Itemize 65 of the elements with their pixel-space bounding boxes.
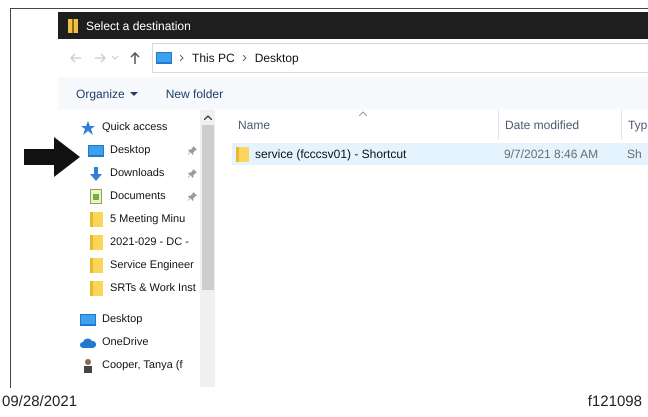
folder-icon [236,146,249,162]
scroll-thumb[interactable] [202,125,214,290]
address-bar[interactable]: This PC Desktop [152,43,648,73]
nav-item-label: Documents [110,189,166,204]
folder-icon [90,212,102,227]
cloud-icon [80,338,96,348]
nav-item[interactable]: OneDrive [80,331,200,354]
folder-icon [90,258,102,273]
caret-icon [130,92,138,96]
document-icon [90,189,102,204]
column-header[interactable]: Name [232,110,498,140]
column-header[interactable]: Typ [621,110,648,140]
nav-item-label: Service Engineer [110,258,194,274]
monitor-icon [88,144,104,156]
nav-item[interactable]: Desktop [80,308,200,331]
nav-item[interactable]: Desktop [88,139,200,162]
window-title: Select a destination [86,18,191,34]
nav-item[interactable]: 2021-029 - DC - [88,231,200,254]
nav-item-label: Downloads [110,166,164,182]
monitor-icon [156,52,172,64]
breadcrumb-item[interactable]: This PC [192,49,235,67]
nav-item[interactable]: Quick access [80,116,200,139]
pointer-arrow-icon [24,137,80,177]
nav-item-label: 5 Meeting Minu [110,212,186,228]
nav-item[interactable]: Downloads [88,162,200,185]
nav-item-label: SRTs & Work Inst [110,281,196,296]
nav-item[interactable]: Documents [88,185,200,208]
chevron-right-icon [242,55,247,61]
breadcrumb-item[interactable]: Desktop [254,49,299,67]
nav-item-label: Desktop [102,312,142,328]
back-arrow-icon[interactable] [70,53,82,63]
person-icon [83,358,93,372]
chevron-down-icon[interactable] [112,56,118,60]
pin-icon [188,192,197,201]
column-header[interactable]: Date modified [498,110,621,140]
scroll-up-icon[interactable] [204,115,212,120]
toolbar-button[interactable]: Organize [76,84,138,102]
nav-item[interactable]: 5 Meeting Minu [88,208,200,231]
nav-item[interactable]: Service Engineer [88,254,200,277]
forward-arrow-icon[interactable] [94,53,106,63]
folder-icon [90,235,102,250]
up-arrow-icon[interactable] [130,52,140,64]
figure-number: f121098 [588,392,642,412]
pin-icon [188,169,197,178]
file-date: 9/7/2021 8:46 AM [503,146,600,163]
nav-item-label: OneDrive [102,335,148,350]
nav-item-label: Cooper, Tanya (f [102,358,183,374]
file-type: Sh [626,146,642,163]
nav-item-label: Quick access [102,120,168,136]
chevron-right-icon [180,55,184,61]
nav-item[interactable]: SRTs & Work Inst [88,277,200,300]
nav-item[interactable]: Cooper, Tanya (f [80,354,200,377]
nav-item-label: 2021-029 - DC - [110,235,189,250]
download-arrow-icon [89,166,103,180]
file-row[interactable]: service (fcccsv01) - Shortcut 9/7/2021 8:46 AM Sh [232,143,648,165]
star-icon [81,120,95,134]
pin-icon [188,146,197,155]
monitor-icon [80,314,96,326]
folder-icon [90,281,102,296]
file-name: service (fcccsv01) - Shortcut [255,146,406,163]
scrollbar[interactable] [200,110,215,387]
zipper-folder-icon [68,18,78,32]
nav-item-label: Desktop [110,143,150,158]
figure-date: 09/28/2021 [2,392,78,412]
toolbar-button[interactable]: New folder [166,84,224,102]
